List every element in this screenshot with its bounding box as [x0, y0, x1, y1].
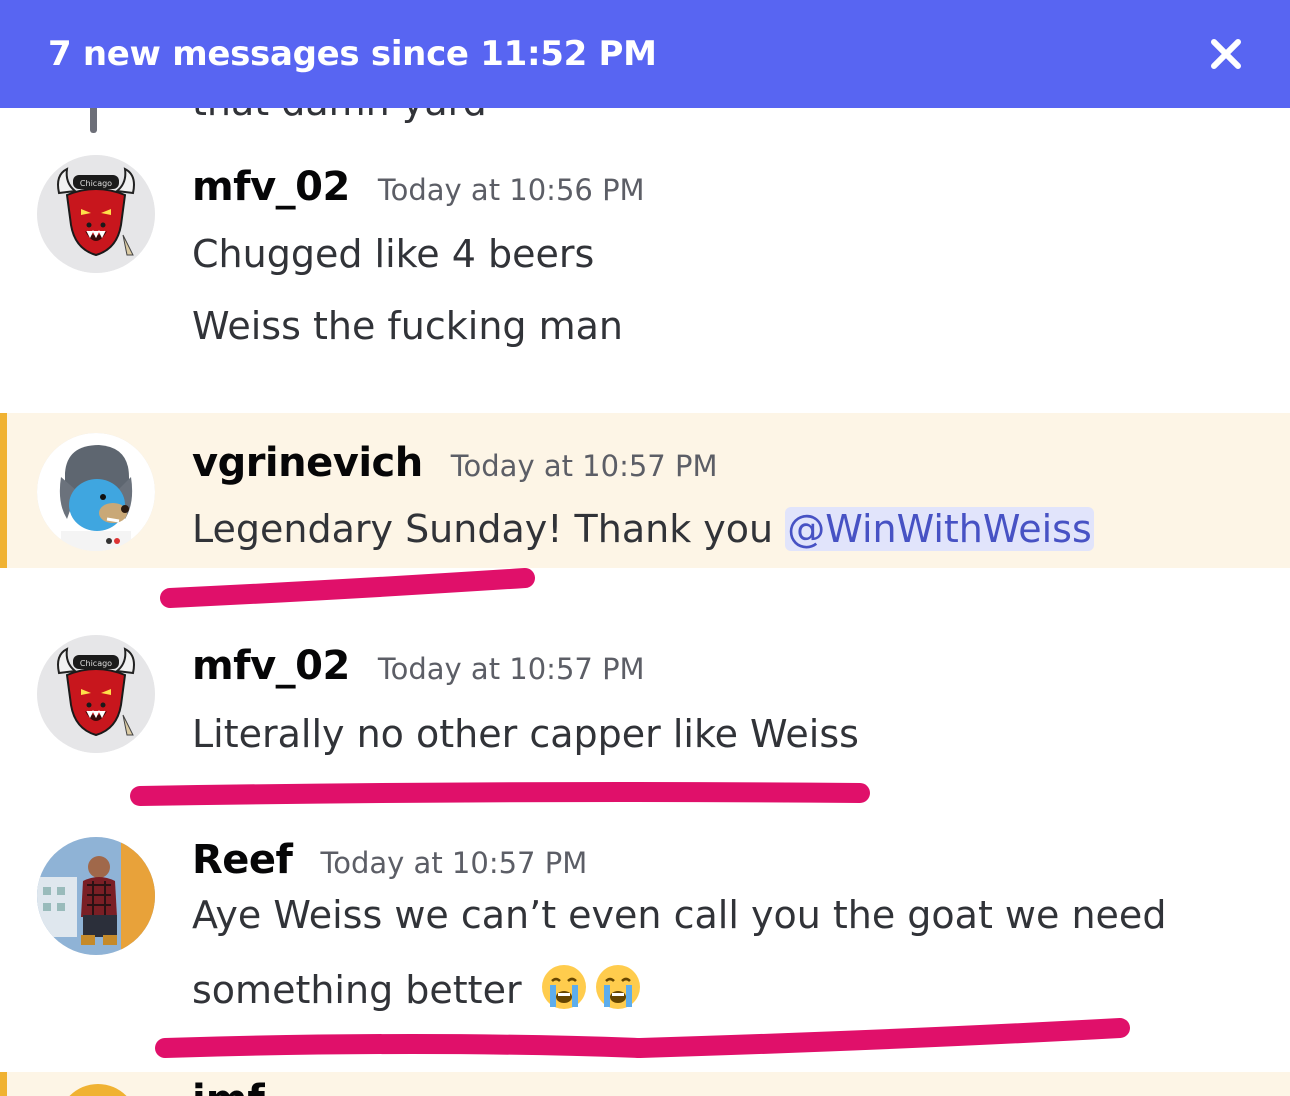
timestamp: Today at 10:57 PM [450, 449, 718, 483]
avatar[interactable] [58, 1084, 138, 1096]
message-group-mention[interactable]: vgrinevich Today at 10:57 PM Legendary S… [0, 413, 1290, 568]
svg-text:Chicago: Chicago [80, 659, 112, 668]
crying-face-emoji[interactable] [540, 963, 588, 1011]
message-header: Reef Today at 10:57 PM [192, 837, 587, 883]
timestamp: Today at 10:56 PM [377, 173, 645, 207]
message-header: mfv_02 Today at 10:57 PM [192, 643, 645, 689]
message-header: vgrinevich Today at 10:57 PM [192, 440, 717, 486]
new-messages-text[interactable]: 7 new messages since 11:52 PM [48, 34, 657, 74]
username[interactable]: mfv_02 [192, 164, 350, 210]
username[interactable]: vgrinevich [192, 440, 423, 486]
bull-avatar[interactable]: Chicago [37, 155, 155, 273]
message-group[interactable]: Chicago mfv_02 Today at 10:57 PM Literal… [0, 625, 1290, 785]
message-text-part: something better [192, 968, 522, 1012]
message-text-with-emoji: something better [192, 963, 642, 1012]
highlighter-stroke [160, 568, 535, 608]
message-text: Chugged like 4 beers [192, 232, 595, 276]
highlighter-stroke [130, 782, 870, 806]
photo-avatar[interactable] [37, 837, 155, 955]
username[interactable]: jmf [192, 1080, 265, 1096]
chat-view: 7 new messages since 11:52 PM that damn … [0, 0, 1290, 1096]
crying-face-emoji[interactable] [594, 963, 642, 1011]
svg-text:Chicago: Chicago [80, 179, 112, 188]
bear-avatar[interactable] [37, 433, 155, 551]
message-group-mention[interactable]: jmf [0, 1072, 1290, 1096]
timestamp: Today at 10:57 PM [377, 652, 645, 686]
close-icon[interactable] [1204, 32, 1248, 76]
new-messages-banner[interactable]: 7 new messages since 11:52 PM [0, 0, 1290, 108]
message-text: Weiss the fucking man [192, 304, 623, 348]
message-group[interactable]: Chicago mfv_02 Today at 10:56 PM Chugged… [0, 150, 1290, 400]
user-mention[interactable]: @WinWithWeiss [785, 507, 1094, 551]
message-text: Literally no other capper like Weiss [192, 712, 859, 756]
mention-indicator [0, 413, 7, 568]
message-text: Aye Weiss we can’t even call you the goa… [192, 893, 1167, 937]
message-header: mfv_02 Today at 10:56 PM [192, 164, 645, 210]
username[interactable]: mfv_02 [192, 643, 350, 689]
bull-avatar[interactable]: Chicago [37, 635, 155, 753]
message-text: Legendary Sunday! Thank you @WinWithWeis… [192, 507, 1094, 551]
message-group[interactable]: Reef Today at 10:57 PM Aye Weiss we can’… [0, 825, 1290, 1055]
message-text-part: Legendary Sunday! Thank you [192, 507, 786, 551]
username[interactable]: Reef [192, 837, 293, 883]
mention-indicator [0, 1072, 7, 1096]
timestamp: Today at 10:57 PM [320, 846, 588, 880]
